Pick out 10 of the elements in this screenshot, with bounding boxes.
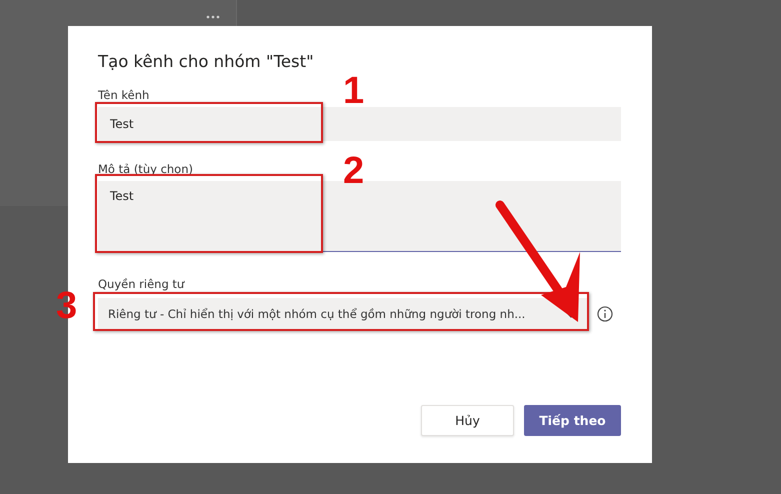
- field-label: Tên kênh: [98, 88, 150, 102]
- info-icon[interactable]: [597, 306, 613, 322]
- dropdown[interactable]: Riêng tư - Chỉ hiển thị với một nhóm cụ thể gồm những người trong nh...: [98, 298, 588, 330]
- next-button[interactable]: Tiếp theo: [524, 405, 621, 436]
- cancel-button[interactable]: Hủy: [421, 405, 514, 436]
- field-label: Quyền riêng tư: [98, 277, 184, 291]
- step-number: 1: [343, 72, 364, 110]
- dialog-title: Tạo kênh cho nhóm "Test": [98, 52, 315, 71]
- more-icon[interactable]: [206, 15, 220, 19]
- input-field[interactable]: Test: [98, 107, 621, 141]
